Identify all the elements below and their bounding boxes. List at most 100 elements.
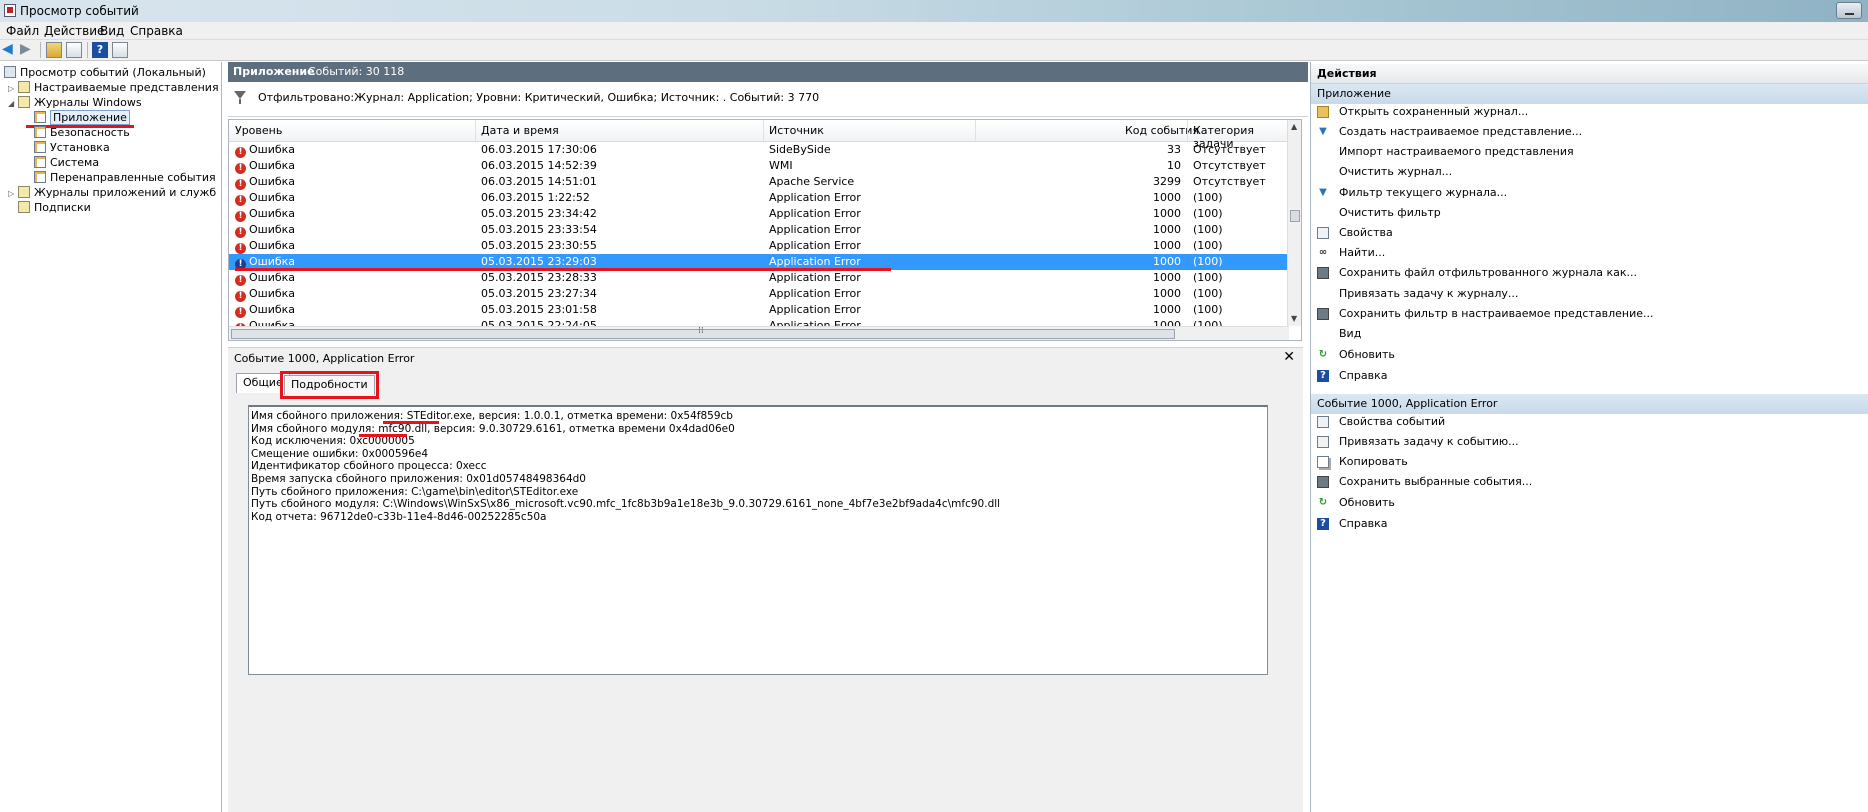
action-item[interactable]: Привязать задачу к событию... [1311,432,1868,452]
cell-date: 05.03.2015 23:28:33 [481,270,597,286]
cell-category: (100) [1193,254,1223,270]
menu-action[interactable]: Действие [44,24,104,38]
event-detail-header: Событие 1000, Application Error ✕ [228,347,1303,367]
tree-log-setup[interactable]: Установка [34,140,110,155]
tree-windows-logs[interactable]: ◢ Журналы Windows [8,95,142,110]
column-level[interactable]: Уровень [235,124,282,137]
cell-text: (100) [1193,207,1223,220]
cell-text: Application Error [769,271,861,284]
action-item[interactable]: Сохранить выбранные события... [1311,472,1868,492]
table-row[interactable]: ! Ошибка 06.03.2015 1:22:52 Application Err… [229,190,1289,206]
actions-section-log[interactable]: Приложение [1311,84,1868,104]
action-item[interactable]: Очистить фильтр [1311,203,1868,223]
tree-log-application[interactable]: Приложение [34,110,130,125]
action-item[interactable]: Копировать [1311,452,1868,472]
description-line: Код отчета: 96712de0-c33b-11e4-8d46-0025… [251,510,547,523]
action-item[interactable]: Свойства событий [1311,412,1868,432]
cell-level: !Ошибка [235,238,295,254]
scroll-thumb[interactable] [231,326,1175,339]
action-item[interactable]: Сохранить фильтр в настраиваемое предста… [1311,304,1868,324]
action-item[interactable]: ? Справка [1311,366,1868,386]
cell-text: (100) [1193,223,1223,236]
column-separator[interactable] [475,120,476,142]
tree-log-security[interactable]: Безопасность [34,125,130,140]
cell-text: Apache Service [769,175,855,188]
expand-arrow-icon[interactable]: ▷ [8,186,18,201]
log-title: Приложение [233,65,315,78]
collapse-arrow-icon[interactable]: ◢ [8,96,18,111]
help-icon: ? [1317,518,1329,530]
event-detail-panel: Общие Подробности Имя сбойного приложени… [228,367,1303,812]
table-row[interactable]: ! Ошибка 05.03.2015 23:33:54 Application Er… [229,222,1289,238]
show-action-pane-icon[interactable] [112,42,128,58]
table-row[interactable]: ! Ошибка 06.03.2015 14:52:39 WMI 10 Отсутству… [229,158,1289,174]
menu-file[interactable]: Файл [6,24,39,38]
action-item[interactable]: Свойства [1311,223,1868,243]
show-tree-icon[interactable] [66,42,82,58]
blank-icon [1317,328,1329,340]
expand-arrow-icon[interactable]: ▷ [8,81,18,96]
action-item[interactable]: ↻ Обновить [1311,493,1868,513]
forward-arrow-icon[interactable]: ▶ [20,42,34,58]
tree-custom-views[interactable]: ▷ Настраиваемые представления [8,80,219,95]
tab-general[interactable]: Общие [236,373,290,393]
help-icon[interactable]: ? [92,42,108,58]
scroll-thumb[interactable] [1290,210,1300,222]
close-icon[interactable]: ✕ [1283,349,1295,365]
column-source[interactable]: Источник [769,124,824,137]
action-item[interactable]: Сохранить файл отфильтрованного журнала … [1311,263,1868,283]
action-item[interactable]: Очистить журнал... [1311,162,1868,182]
tree-app-service-logs[interactable]: ▷ Журналы приложений и служб [8,185,216,200]
cell-text: 1000 [1153,303,1181,316]
action-item[interactable]: ▼ Создать настраиваемое представление... [1311,122,1868,142]
tree-log-system[interactable]: Система [34,155,99,170]
menu-help[interactable]: Справка [130,24,183,38]
table-row[interactable]: ! Ошибка 06.03.2015 14:51:01 Apache Service… [229,174,1289,190]
up-folder-icon[interactable] [46,42,62,58]
cell-text: 1000 [1153,239,1181,252]
vertical-scrollbar[interactable]: ▲ ▼ [1287,120,1301,326]
blank-icon [1317,146,1329,158]
column-separator[interactable] [763,120,764,142]
tree-root[interactable]: Просмотр событий (Локальный) [4,65,206,80]
table-row[interactable]: ! Ошибка 05.03.2015 23:27:34 Application Er… [229,286,1289,302]
cell-code: 1000 [1153,206,1181,222]
event-description[interactable]: Имя сбойного приложения: STEditor.exe, в… [248,405,1268,675]
cell-date: 05.03.2015 23:34:42 [481,206,597,222]
back-arrow-icon[interactable]: ◀ [2,42,16,58]
actions-section-event[interactable]: Событие 1000, Application Error [1311,394,1868,414]
scroll-up-icon[interactable]: ▲ [1291,122,1297,131]
action-item[interactable]: Открыть сохраненный журнал... [1311,102,1868,122]
table-row[interactable]: ! Ошибка 05.03.2015 23:34:42 Application Er… [229,206,1289,222]
cell-level: !Ошибка [235,158,295,174]
cell-text: 06.03.2015 17:30:06 [481,143,597,156]
tab-details[interactable]: Подробности [280,371,379,399]
action-item[interactable]: ∞ Найти... [1311,243,1868,263]
action-item[interactable]: ↻ Обновить [1311,345,1868,365]
column-separator[interactable] [975,120,976,142]
error-icon: ! [235,195,246,206]
tree-log-forwarded[interactable]: Перенаправленные события [34,170,216,185]
menu-view[interactable]: Вид [100,24,124,38]
action-item[interactable]: ▼ Фильтр текущего журнала... [1311,183,1868,203]
scroll-down-icon[interactable]: ▼ [1291,314,1297,323]
action-item[interactable]: Импорт настраиваемого представления [1311,142,1868,162]
table-row[interactable]: ! Ошибка 06.03.2015 17:30:06 SideBySide 33 От… [229,142,1289,158]
table-row[interactable]: ! Ошибка 05.03.2015 23:28:33 Application Er… [229,270,1289,286]
toolbar-separator [40,42,41,58]
action-item[interactable]: Вид [1311,324,1868,344]
action-item[interactable]: Привязать задачу к журналу... [1311,284,1868,304]
minimize-button[interactable] [1836,2,1862,19]
horizontal-scrollbar[interactable] [229,326,1289,340]
action-item[interactable]: ? Справка [1311,514,1868,534]
action-label: Обновить [1339,348,1395,361]
title-bar: Просмотр событий [0,0,1868,22]
table-row[interactable]: ! Ошибка 05.03.2015 23:01:58 Application Er… [229,302,1289,318]
column-separator[interactable] [1187,120,1188,142]
column-date[interactable]: Дата и время [481,124,559,137]
action-label: Создать настраиваемое представление... [1339,125,1583,138]
table-row[interactable]: ! Ошибка 05.03.2015 23:30:55 Application Er… [229,238,1289,254]
cell-date: 05.03.2015 23:01:58 [481,302,597,318]
tree-subscriptions[interactable]: Подписки [18,200,91,215]
description-line: Путь сбойного приложения: C:\game\bin\ed… [251,485,579,498]
